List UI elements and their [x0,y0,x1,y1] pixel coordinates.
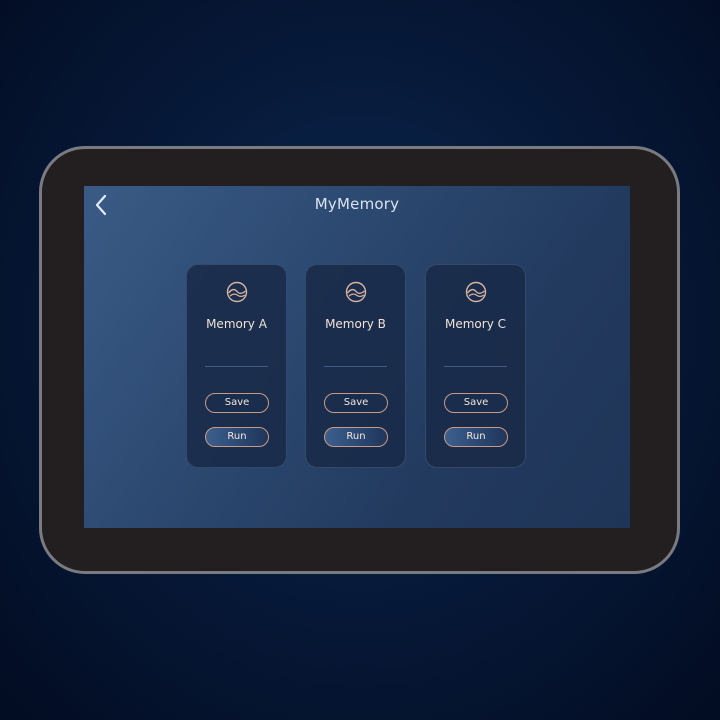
run-button[interactable]: Run [324,427,388,447]
wave-circle-icon [345,281,367,303]
memory-name: Memory A [206,317,267,331]
wave-circle-icon [226,281,248,303]
memory-card-c: Memory C Save Run [425,264,526,468]
save-button[interactable]: Save [324,393,388,413]
memory-card-a: Memory A Save Run [186,264,287,468]
divider [324,366,387,367]
page-title: MyMemory [314,195,400,213]
memory-name: Memory B [325,317,386,331]
wave-circle-icon [465,281,487,303]
divider [205,366,268,367]
divider [444,366,507,367]
run-button[interactable]: Run [444,427,508,447]
save-button[interactable]: Save [205,393,269,413]
memory-card-b: Memory B Save Run [305,264,406,468]
save-button[interactable]: Save [444,393,508,413]
memory-name: Memory C [445,317,506,331]
run-button[interactable]: Run [205,427,269,447]
touch-screen: MyMemory Memory A Save Run Memory B Save… [84,186,630,528]
